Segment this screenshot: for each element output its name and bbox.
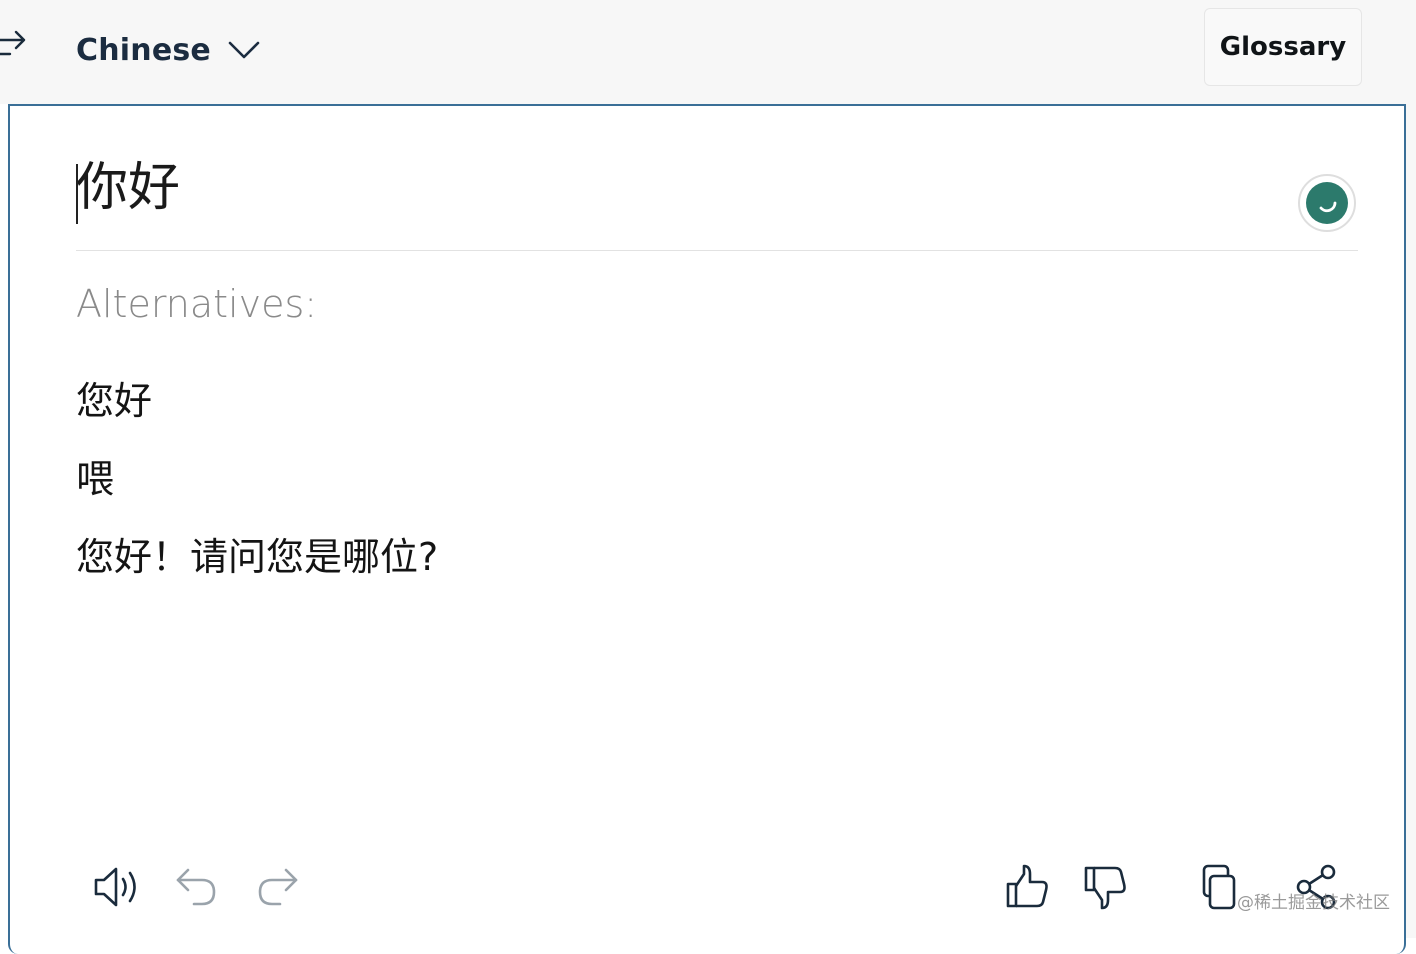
watermark: @稀土掘金技术社区	[1237, 893, 1390, 913]
thumbs-down-icon[interactable]	[1082, 862, 1132, 912]
undo-icon[interactable]	[172, 862, 222, 912]
redo-icon[interactable]	[252, 862, 302, 912]
alternative-item[interactable]: 喂	[76, 446, 438, 524]
top-bar: Chinese Glossary	[0, 0, 1416, 104]
page-edge	[1406, 0, 1416, 938]
loading-indicator	[1298, 174, 1356, 232]
glossary-button[interactable]: Glossary	[1204, 8, 1362, 86]
alternatives-list: 您好 喂 您好！请问您是哪位?	[76, 368, 438, 602]
target-language-label: Chinese	[76, 32, 211, 68]
target-language-dropdown[interactable]: Chinese	[76, 28, 261, 72]
speaker-icon[interactable]	[92, 862, 142, 912]
translated-text[interactable]: 你好	[76, 152, 180, 224]
alternative-item[interactable]: 您好！请问您是哪位?	[76, 524, 438, 602]
chevron-down-icon	[228, 41, 260, 59]
divider	[76, 250, 1358, 251]
alternative-item[interactable]: 您好	[76, 368, 438, 446]
translation-panel: 你好 Alternatives: 您好 喂 您好！请问您是哪位?	[8, 104, 1406, 954]
thumbs-up-icon[interactable]	[1004, 862, 1054, 912]
text-cursor	[76, 164, 78, 224]
alternatives-heading: Alternatives:	[76, 282, 318, 326]
spinner-icon	[1306, 182, 1348, 224]
swap-languages-icon[interactable]	[0, 24, 28, 60]
